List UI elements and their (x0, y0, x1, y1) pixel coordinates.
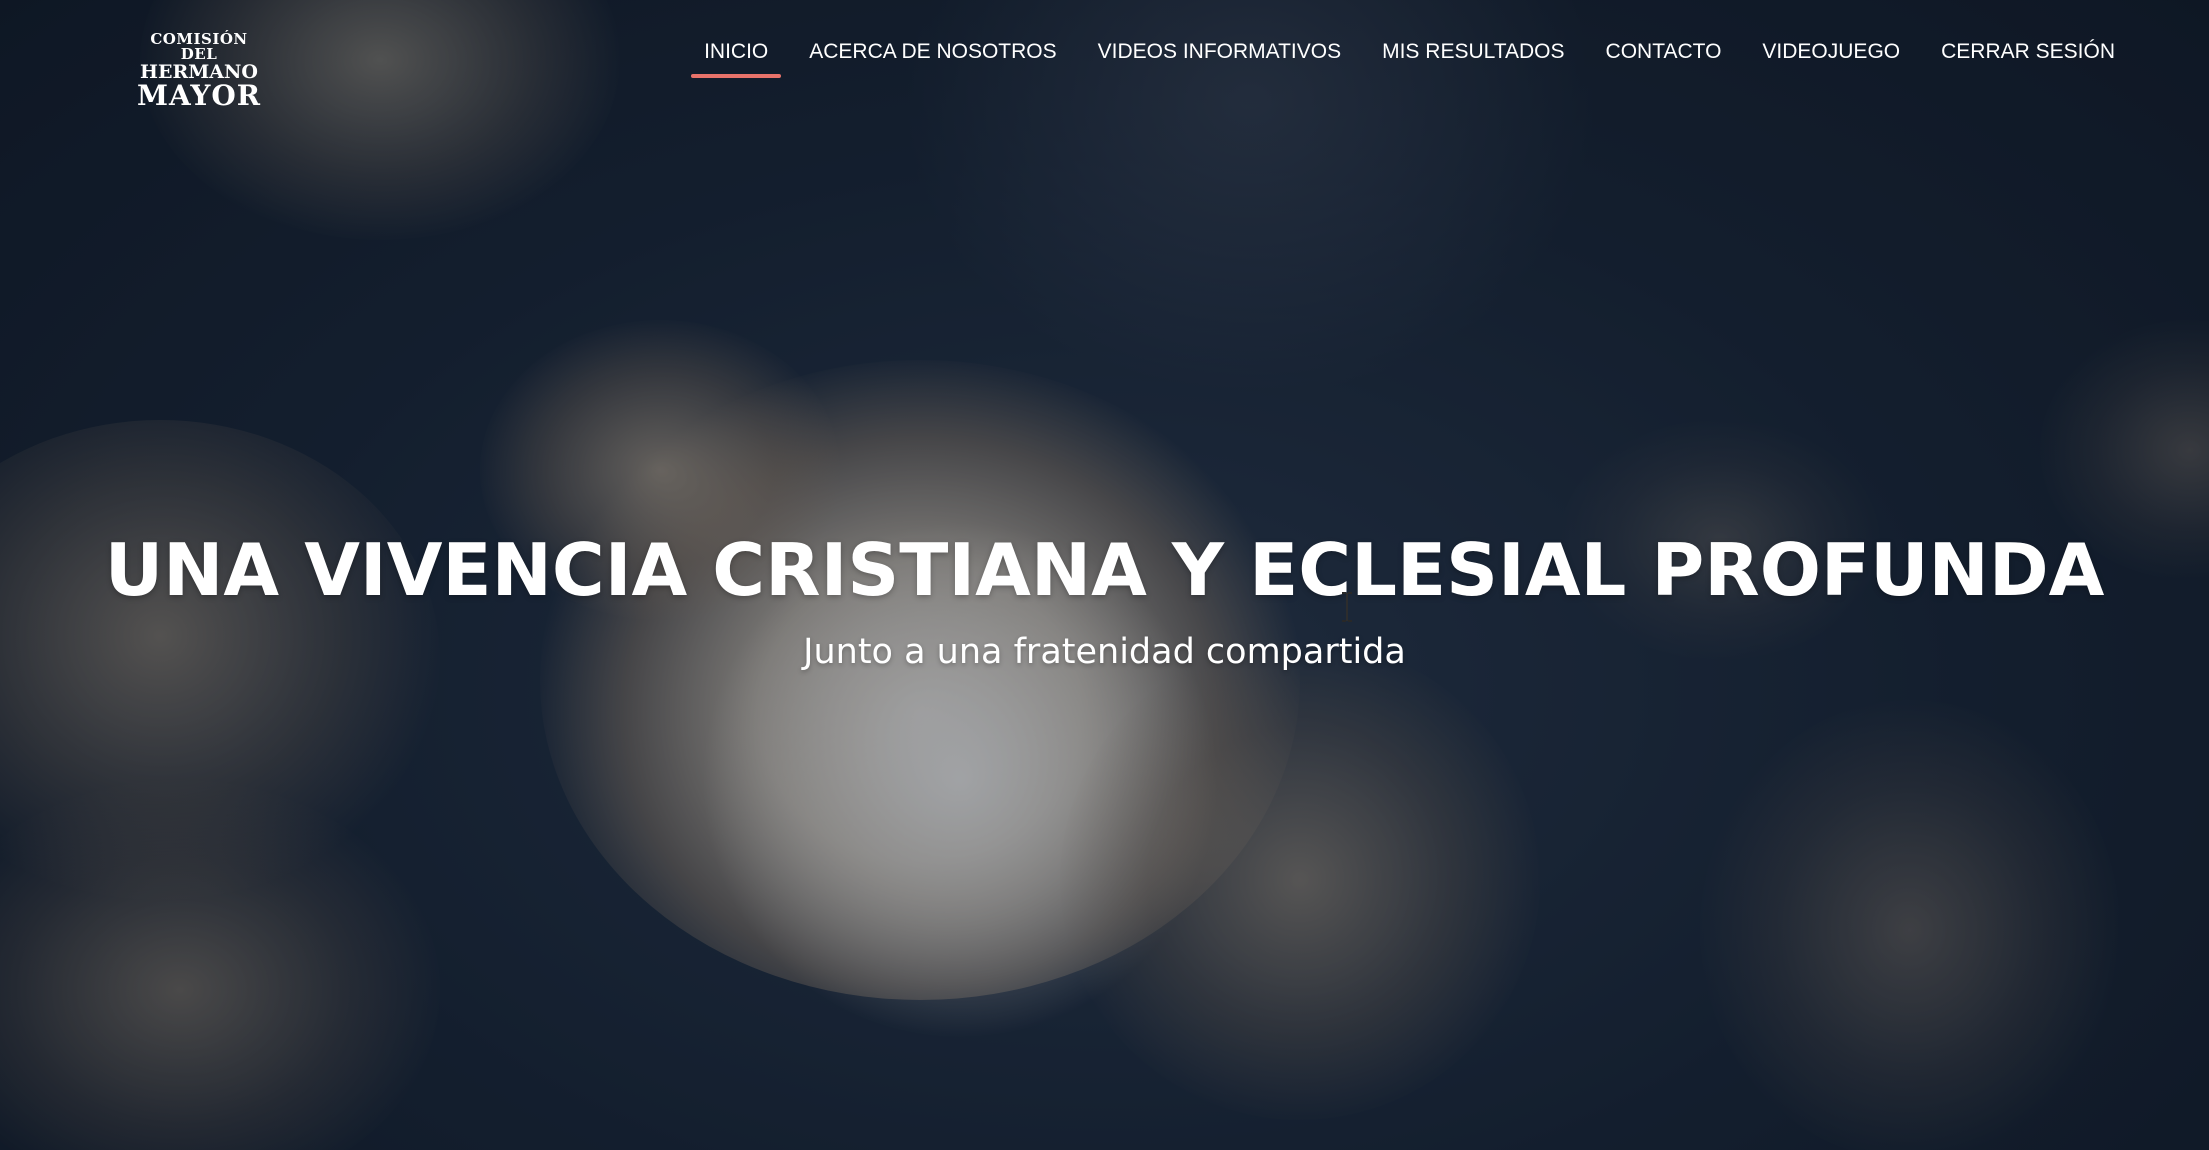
hero-title: UNA VIVENCIA CRISTIANA Y ECLESIAL PROFUN… (104, 528, 2105, 612)
hero-subtitle: Junto a una fratenidad compartida (803, 632, 1406, 672)
text-cursor-icon (1342, 592, 1352, 622)
hero-section: UNA VIVENCIA CRISTIANA Y ECLESIAL PROFUN… (0, 0, 2209, 1150)
page: COMISIÓN DEL HERMANO MAYOR INICIO ACERCA… (0, 0, 2209, 1150)
